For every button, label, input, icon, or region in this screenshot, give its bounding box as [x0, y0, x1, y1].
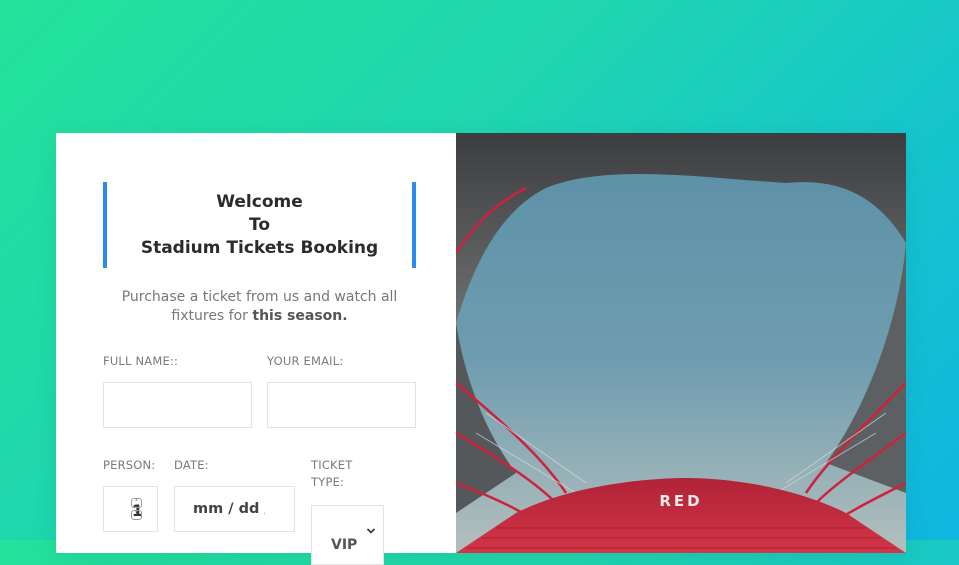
booking-form-panel: Welcome To Stadium Tickets Booking Purch… — [56, 133, 456, 565]
welcome-line-2: To — [248, 215, 271, 235]
ticket-type-value: VIP — [331, 537, 358, 553]
stadium-sign: RED — [659, 492, 702, 510]
stepper-down-icon[interactable]: ˅ — [131, 510, 142, 520]
full-name-field[interactable] — [103, 382, 252, 428]
person-stepper[interactable]: 1 ˄ ˅ — [103, 486, 158, 532]
full-name-label: FULL NAME:: — [103, 354, 179, 368]
ticket-type-select[interactable]: VIP — [311, 505, 384, 565]
date-field[interactable]: mm / dd / yyyy — [174, 486, 295, 532]
chevron-down-icon — [366, 528, 376, 534]
intro-text: Purchase a ticket from us and watch all … — [103, 288, 416, 326]
date-label: DATE: — [174, 458, 209, 472]
stadium-illustration: RED — [456, 133, 906, 553]
welcome-line-1: Welcome — [216, 192, 303, 212]
stepper-up-icon[interactable]: ˄ — [131, 498, 142, 508]
date-placeholder: mm / dd / yyyy — [193, 501, 265, 517]
ticket-type-label-line-1: TICKET — [311, 458, 353, 472]
person-label: PERSON: — [103, 458, 156, 472]
welcome-line-3: Stadium Tickets Booking — [140, 238, 379, 258]
stadium-photo: RED — [456, 133, 906, 553]
ticket-type-label: TICKET TYPE: — [311, 457, 352, 491]
ticket-type-label-line-2: TYPE: — [311, 475, 345, 489]
booking-card: Welcome To Stadium Tickets Booking Purch… — [56, 133, 906, 565]
welcome-header: Welcome To Stadium Tickets Booking — [103, 182, 416, 268]
email-label: YOUR EMAIL: — [267, 354, 344, 368]
email-field[interactable] — [267, 382, 416, 428]
intro-text-bold: this season. — [252, 308, 348, 324]
